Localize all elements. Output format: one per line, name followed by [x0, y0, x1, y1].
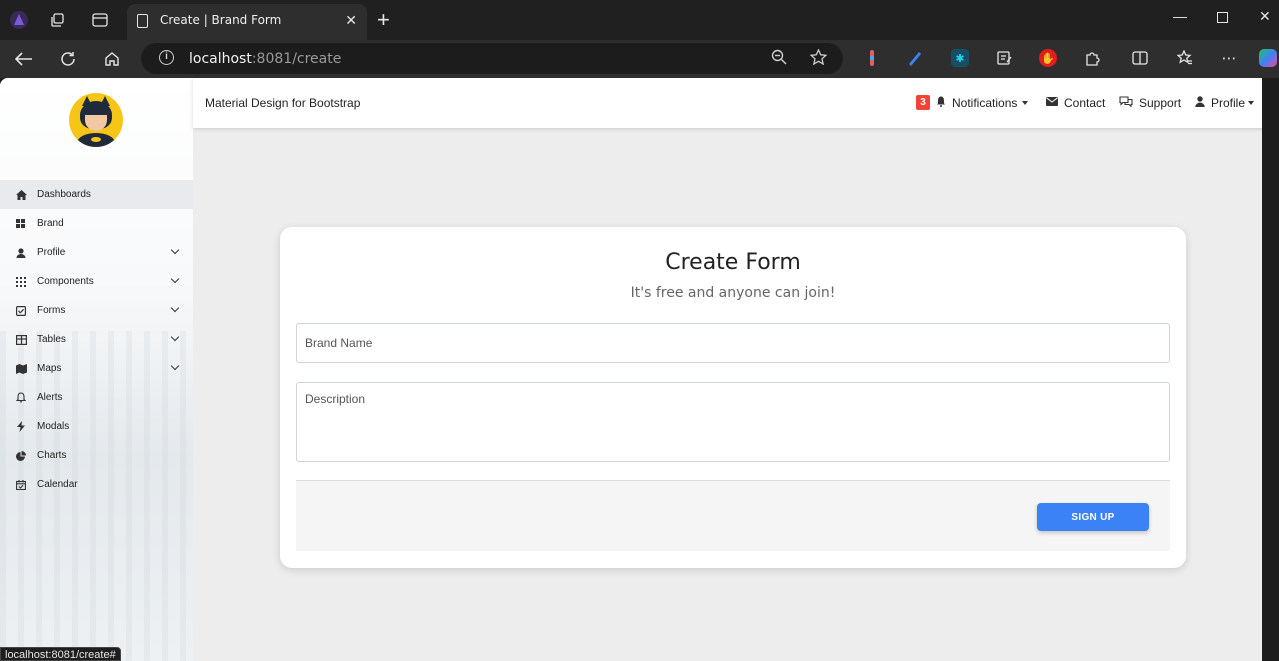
contact-link[interactable]: Contact — [1046, 96, 1105, 110]
sidebar-item-label: Alerts — [37, 392, 63, 403]
extensions-puzzle-icon[interactable] — [1083, 49, 1101, 67]
notifications-dropdown[interactable]: 3 Notifications — [916, 95, 1029, 110]
chevron-down-icon — [170, 245, 180, 255]
sign-up-button[interactable]: SIGN UP — [1037, 503, 1149, 531]
new-tab-icon[interactable]: + — [377, 7, 390, 33]
top-navbar: Material Design for Bootstrap 3 Notifica… — [193, 78, 1279, 128]
sidebar-item-label: Calendar — [37, 479, 78, 490]
bell-icon — [15, 392, 27, 404]
sidebar-item-forms[interactable]: Forms — [0, 296, 193, 325]
sidebar-menu: Dashboards Brand Profile Components Form… — [0, 180, 193, 499]
sidebar-item-charts[interactable]: Charts — [0, 441, 193, 470]
pie-icon — [15, 450, 27, 462]
map-icon — [15, 363, 27, 375]
sidebar-item-label: Profile — [37, 247, 66, 258]
avatar[interactable] — [69, 93, 123, 147]
user-icon — [15, 247, 27, 259]
grid-icon — [15, 218, 27, 230]
sidebar-item-label: Forms — [37, 305, 66, 316]
sidebar-item-calendar[interactable]: Calendar — [0, 470, 193, 499]
profile-label: Profile — [1211, 96, 1246, 110]
favorite-star-icon[interactable] — [809, 48, 828, 69]
calendar-icon — [15, 479, 27, 491]
tab-actions-icon[interactable] — [88, 8, 112, 32]
description-textarea[interactable] — [296, 382, 1170, 462]
sidebar-item-label: Modals — [37, 421, 70, 432]
apps-icon — [15, 276, 27, 288]
extension-adblock-icon[interactable]: ✋ — [1039, 49, 1057, 67]
notification-count-badge: 3 — [916, 95, 930, 110]
chevron-down-icon — [170, 274, 180, 284]
sidebar-item-alerts[interactable]: Alerts — [0, 383, 193, 412]
minimize-icon[interactable]: — — [1173, 8, 1187, 24]
checkbox-icon — [15, 305, 27, 317]
browser-toolbar: i localhost:8081/create ✱ ✋ ⋯ — [0, 40, 1279, 78]
sidebar-item-maps[interactable]: Maps — [0, 354, 193, 383]
sidebar-item-components[interactable]: Components — [0, 267, 193, 296]
sidebar-item-label: Tables — [37, 334, 66, 345]
home-icon — [15, 189, 27, 201]
chevron-down-icon — [170, 303, 180, 313]
extension-react-icon[interactable]: ✱ — [951, 49, 969, 67]
browser-tabstrip: Create | Brand Form ✕ + — ✕ — [0, 0, 1279, 40]
sidebar-item-label: Brand — [37, 218, 64, 229]
sidebar-item-profile[interactable]: Profile — [0, 238, 193, 267]
navbar-brand[interactable]: Material Design for Bootstrap — [205, 96, 360, 110]
form-footer: SIGN UP — [296, 480, 1170, 551]
maximize-icon[interactable] — [1217, 10, 1228, 26]
support-label: Support — [1139, 96, 1182, 110]
caret-down-icon — [1022, 100, 1029, 105]
back-icon[interactable] — [11, 46, 37, 72]
sidebar-item-modals[interactable]: Modals — [0, 412, 193, 441]
tab-title: Create | Brand Form — [160, 13, 282, 27]
profile-avatar-icon[interactable] — [7, 8, 31, 32]
browser-side-panel-edge — [1262, 78, 1279, 661]
bell-icon — [936, 96, 946, 110]
sidebar-item-dashboards[interactable]: Dashboards — [0, 180, 193, 209]
site-info-icon[interactable]: i — [159, 50, 174, 65]
active-tab[interactable]: Create | Brand Form ✕ — [127, 4, 367, 40]
form-subtitle: It's free and anyone can join! — [630, 285, 836, 301]
chevron-down-icon — [170, 361, 180, 371]
address-bar[interactable]: i localhost:8081/create — [141, 43, 843, 74]
page-content: Dashboards Brand Profile Components Form… — [0, 78, 1279, 661]
extension-pen-icon[interactable] — [906, 49, 924, 67]
user-icon — [1195, 96, 1205, 110]
sidebar-item-brand[interactable]: Brand — [0, 209, 193, 238]
form-title: Create Form — [665, 250, 801, 275]
extension-notes-icon[interactable] — [995, 49, 1013, 67]
close-tab-icon[interactable]: ✕ — [345, 12, 357, 29]
zoom-icon[interactable] — [771, 49, 787, 69]
home-browser-icon[interactable] — [99, 46, 125, 72]
envelope-icon — [1046, 97, 1058, 109]
more-menu-icon[interactable]: ⋯ — [1220, 49, 1238, 67]
link-status-bar: localhost:8081/create# — [0, 647, 121, 661]
copilot-icon[interactable] — [1259, 49, 1277, 67]
sidebar-item-label: Charts — [37, 450, 67, 461]
reload-icon[interactable] — [55, 46, 81, 72]
caret-down-icon — [1248, 101, 1255, 105]
sidebar: Dashboards Brand Profile Components Form… — [0, 78, 193, 661]
sidebar-item-label: Dashboards — [37, 189, 91, 200]
favorites-icon[interactable] — [1176, 49, 1194, 67]
split-screen-icon[interactable] — [1131, 49, 1149, 67]
sidebar-item-label: Components — [37, 276, 94, 287]
bolt-icon — [15, 421, 27, 433]
contact-label: Contact — [1064, 96, 1106, 110]
chevron-down-icon — [170, 332, 180, 342]
create-form-card: Create Form It's free and anyone can joi… — [280, 227, 1186, 568]
close-window-icon[interactable]: ✕ — [1259, 8, 1271, 25]
profile-dropdown[interactable]: Profile — [1195, 96, 1255, 110]
comments-icon — [1119, 96, 1133, 110]
sidebar-item-tables[interactable]: Tables — [0, 325, 193, 354]
extension-color-icon[interactable] — [863, 49, 881, 67]
address-url[interactable]: localhost:8081/create — [189, 51, 341, 67]
notifications-label: Notifications — [952, 95, 1018, 110]
sidebar-item-label: Maps — [37, 363, 62, 374]
workspaces-icon[interactable] — [46, 8, 70, 32]
table-icon — [15, 334, 27, 346]
brand-name-input[interactable] — [296, 323, 1170, 363]
support-link[interactable]: Support — [1119, 96, 1181, 110]
page-icon — [137, 14, 148, 28]
